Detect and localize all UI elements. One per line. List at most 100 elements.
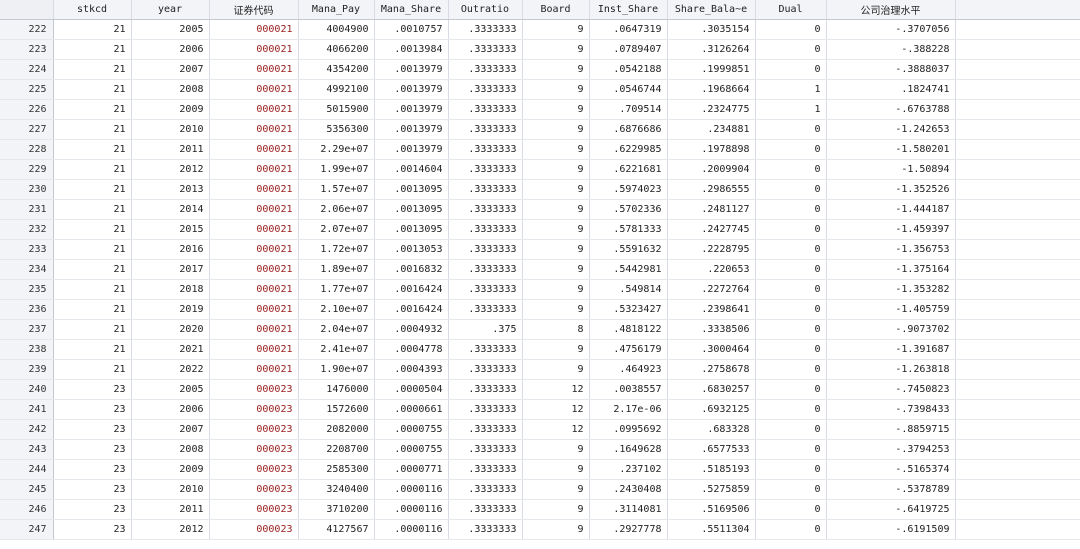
cell-dual[interactable]: 0: [755, 459, 827, 480]
row-number[interactable]: 245: [0, 479, 54, 500]
cell-board[interactable]: 9: [522, 219, 590, 240]
column-header-share-balance[interactable]: Share_Bala~e: [667, 0, 756, 20]
cell-stkcd[interactable]: 21: [53, 119, 132, 140]
row-number[interactable]: 242: [0, 419, 54, 440]
cell-year[interactable]: 2011: [131, 499, 210, 520]
cell-mana-pay[interactable]: 1.90e+07: [298, 359, 375, 380]
cell-mana-share[interactable]: .0004778: [374, 339, 449, 360]
cell-inst-share[interactable]: .4818122: [589, 319, 668, 340]
cell-year[interactable]: 2013: [131, 179, 210, 200]
cell-board[interactable]: 12: [522, 379, 590, 400]
cell-security-code[interactable]: 000023: [209, 479, 299, 500]
cell-stkcd[interactable]: 23: [53, 399, 132, 420]
cell-share-balance[interactable]: .1999851: [667, 59, 756, 80]
cell-mana-pay[interactable]: 1.89e+07: [298, 259, 375, 280]
table-row[interactable]: 231 21 2014 000021 2.06e+07.0013095.3333333 9…: [0, 199, 1080, 220]
cell-share-balance[interactable]: .683328: [667, 419, 756, 440]
cell-stkcd[interactable]: 21: [53, 219, 132, 240]
cell-mana-share[interactable]: .0000116: [374, 479, 449, 500]
cell-share-balance[interactable]: .2272764: [667, 279, 756, 300]
cell-security-code[interactable]: 000021: [209, 39, 299, 60]
row-number[interactable]: 224: [0, 59, 54, 80]
cell-stkcd[interactable]: 23: [53, 379, 132, 400]
cell-mana-pay[interactable]: 4992100: [298, 79, 375, 100]
cell-outratio[interactable]: .3333333: [448, 379, 523, 400]
cell-dual[interactable]: 0: [755, 219, 827, 240]
cell-governance-level[interactable]: -.7398433: [826, 399, 956, 420]
cell-board[interactable]: 9: [522, 99, 590, 120]
table-row[interactable]: 229 21 2012 000021 1.99e+07.0014604.3333333 9…: [0, 159, 1080, 180]
column-header-year[interactable]: year: [131, 0, 210, 20]
cell-board[interactable]: 8: [522, 319, 590, 340]
cell-stkcd[interactable]: 21: [53, 19, 132, 40]
cell-dual[interactable]: 0: [755, 319, 827, 340]
table-row[interactable]: 227 21 2010 000021 5356300.0013979.3333333 9.…: [0, 119, 1080, 140]
cell-mana-share[interactable]: .0013095: [374, 219, 449, 240]
cell-outratio[interactable]: .3333333: [448, 79, 523, 100]
cell-governance-level[interactable]: -1.580201: [826, 139, 956, 160]
cell-stkcd[interactable]: 21: [53, 299, 132, 320]
cell-governance-level[interactable]: -.9073702: [826, 319, 956, 340]
row-number[interactable]: 231: [0, 199, 54, 220]
table-row[interactable]: 226 21 2009 000021 5015900.0013979.3333333 9.…: [0, 99, 1080, 120]
cell-share-balance[interactable]: .2324775: [667, 99, 756, 120]
cell-stkcd[interactable]: 21: [53, 179, 132, 200]
cell-inst-share[interactable]: .0546744: [589, 79, 668, 100]
table-row[interactable]: 224 21 2007 000021 4354200.0013979.3333333 9.…: [0, 59, 1080, 80]
cell-mana-share[interactable]: .0016424: [374, 299, 449, 320]
cell-inst-share[interactable]: .5323427: [589, 299, 668, 320]
cell-mana-pay[interactable]: 4066200: [298, 39, 375, 60]
row-number[interactable]: 241: [0, 399, 54, 420]
row-number[interactable]: 223: [0, 39, 54, 60]
cell-year[interactable]: 2006: [131, 39, 210, 60]
cell-mana-share[interactable]: .0000116: [374, 499, 449, 520]
cell-stkcd[interactable]: 23: [53, 459, 132, 480]
cell-governance-level[interactable]: -.5378789: [826, 479, 956, 500]
row-number[interactable]: 229: [0, 159, 54, 180]
cell-stkcd[interactable]: 21: [53, 259, 132, 280]
cell-security-code[interactable]: 000021: [209, 299, 299, 320]
cell-mana-pay[interactable]: 2208700: [298, 439, 375, 460]
cell-security-code[interactable]: 000023: [209, 399, 299, 420]
table-row[interactable]: 222 21 2005 000021 4004900.0010757.3333333 9.…: [0, 19, 1080, 40]
cell-security-code[interactable]: 000021: [209, 359, 299, 380]
cell-inst-share[interactable]: .5591632: [589, 239, 668, 260]
data-editor-grid[interactable]: stkcd year 证券代码 Mana_Pay Mana_Share Outr…: [0, 0, 1080, 540]
cell-dual[interactable]: 0: [755, 239, 827, 260]
cell-mana-pay[interactable]: 2082000: [298, 419, 375, 440]
cell-year[interactable]: 2018: [131, 279, 210, 300]
column-header-inst-share[interactable]: Inst_Share: [589, 0, 668, 20]
cell-share-balance[interactable]: .2758678: [667, 359, 756, 380]
cell-security-code[interactable]: 000021: [209, 239, 299, 260]
cell-board[interactable]: 9: [522, 199, 590, 220]
cell-share-balance[interactable]: .220653: [667, 259, 756, 280]
cell-share-balance[interactable]: .2009904: [667, 159, 756, 180]
cell-security-code[interactable]: 000021: [209, 339, 299, 360]
table-row[interactable]: 237 21 2020 000021 2.04e+07.0004932.375 8.481…: [0, 319, 1080, 340]
cell-mana-share[interactable]: .0010757: [374, 19, 449, 40]
cell-dual[interactable]: 0: [755, 359, 827, 380]
cell-dual[interactable]: 1: [755, 99, 827, 120]
cell-governance-level[interactable]: -.6419725: [826, 499, 956, 520]
table-row[interactable]: 246 23 2011 000023 3710200.0000116.3333333 9.…: [0, 499, 1080, 520]
cell-dual[interactable]: 0: [755, 299, 827, 320]
cell-dual[interactable]: 0: [755, 339, 827, 360]
cell-inst-share[interactable]: .5974023: [589, 179, 668, 200]
row-number[interactable]: 222: [0, 19, 54, 40]
cell-outratio[interactable]: .3333333: [448, 439, 523, 460]
cell-outratio[interactable]: .3333333: [448, 299, 523, 320]
cell-year[interactable]: 2016: [131, 239, 210, 260]
cell-board[interactable]: 9: [522, 179, 590, 200]
cell-security-code[interactable]: 000021: [209, 279, 299, 300]
cell-security-code[interactable]: 000023: [209, 419, 299, 440]
cell-outratio[interactable]: .3333333: [448, 199, 523, 220]
cell-share-balance[interactable]: .3338506: [667, 319, 756, 340]
table-row[interactable]: 234 21 2017 000021 1.89e+07.0016832.3333333 9…: [0, 259, 1080, 280]
cell-year[interactable]: 2009: [131, 459, 210, 480]
cell-board[interactable]: 9: [522, 139, 590, 160]
cell-inst-share[interactable]: .6221681: [589, 159, 668, 180]
cell-governance-level[interactable]: -1.352526: [826, 179, 956, 200]
cell-dual[interactable]: 1: [755, 79, 827, 100]
table-row[interactable]: 244 23 2009 000023 2585300.0000771.3333333 9.…: [0, 459, 1080, 480]
cell-stkcd[interactable]: 21: [53, 159, 132, 180]
